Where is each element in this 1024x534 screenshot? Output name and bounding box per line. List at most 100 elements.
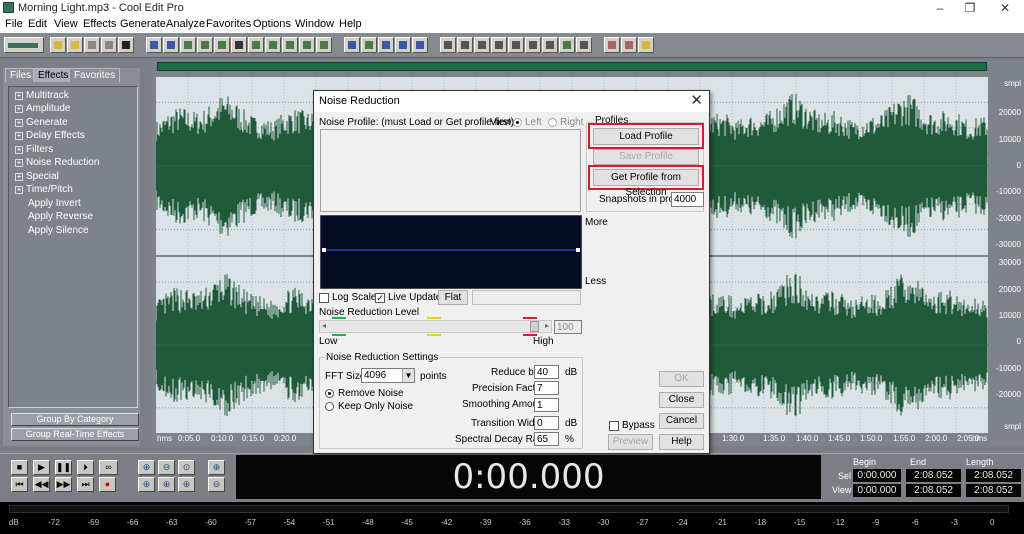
stop-icon[interactable]: ■	[11, 460, 28, 475]
close-window-button[interactable]: ✕	[990, 0, 1020, 16]
statistics-icon[interactable]	[491, 37, 507, 53]
rewind-icon[interactable]: ◀◀	[33, 477, 50, 492]
log-scale-checkbox[interactable]	[319, 293, 329, 303]
menu-view[interactable]: View	[54, 18, 78, 30]
tree-item-multitrack[interactable]: + Multitrack	[15, 90, 69, 101]
tree-item-apply-reverse[interactable]: Apply Reverse	[28, 211, 93, 222]
waveform-view-icon[interactable]	[440, 37, 456, 53]
nr-level-slider[interactable]: ◂ ▸	[319, 320, 552, 333]
repeat-icon[interactable]	[180, 37, 196, 53]
zoom-left-icon[interactable]: ⊕	[138, 477, 155, 492]
expand-icon[interactable]: +	[15, 119, 23, 127]
transition-input[interactable]: 0	[534, 416, 559, 430]
keep-only-noise-radio[interactable]	[325, 402, 334, 411]
precision-input[interactable]: 7	[534, 381, 559, 395]
zoom-selection-icon[interactable]: ⊕	[178, 477, 195, 492]
sel-begin-field[interactable]: 0:00.000	[853, 469, 901, 482]
live-update-checkbox[interactable]: ✓	[375, 293, 385, 303]
stats-icon[interactable]	[559, 37, 575, 53]
menu-analyze[interactable]: Analyze	[166, 18, 205, 30]
expand-icon[interactable]: +	[15, 186, 23, 194]
zoom-right-icon[interactable]: ⊕	[158, 477, 175, 492]
scan-icon[interactable]	[508, 37, 524, 53]
zoom-out-icon[interactable]: ⊖	[158, 460, 175, 475]
expand-icon[interactable]: +	[15, 105, 23, 113]
view-right-radio[interactable]	[548, 118, 557, 127]
tree-item-noise-reduction[interactable]: + Noise Reduction	[15, 157, 99, 168]
options-icon[interactable]	[604, 37, 620, 53]
spectral-view-icon[interactable]	[457, 37, 473, 53]
tree-item-generate[interactable]: + Generate	[15, 117, 68, 128]
toggle-view-icon[interactable]	[4, 37, 44, 53]
tree-item-amplitude[interactable]: + Amplitude	[15, 103, 70, 114]
smoothing-input[interactable]: 1	[534, 398, 559, 412]
menu-options[interactable]: Options	[253, 18, 291, 30]
mix-paste-icon[interactable]	[282, 37, 298, 53]
delete-silence-icon[interactable]	[316, 37, 332, 53]
settings-view-icon[interactable]	[542, 37, 558, 53]
frequency-analysis-icon[interactable]	[474, 37, 490, 53]
fast-forward-icon[interactable]: ▶▶	[55, 477, 72, 492]
chevron-down-icon[interactable]: ▼	[402, 369, 414, 382]
tab-favorites[interactable]: Favorites	[69, 68, 121, 82]
redo-icon[interactable]	[163, 37, 179, 53]
tree-item-time-pitch[interactable]: + Time/Pitch	[15, 184, 73, 195]
trim-icon[interactable]	[299, 37, 315, 53]
maximize-button[interactable]: ❐	[955, 0, 985, 16]
sel-length-field[interactable]: 2:08.052	[966, 469, 1021, 482]
paste-icon[interactable]	[248, 37, 264, 53]
zoom-out-vertical-icon[interactable]: ⊖	[208, 477, 225, 492]
playlist-icon[interactable]	[378, 37, 394, 53]
view-left-radio[interactable]	[513, 118, 522, 127]
group-by-category-button[interactable]: Group By Category	[11, 413, 139, 426]
cancel-button[interactable]: Cancel	[659, 413, 704, 429]
remove-noise-radio[interactable]	[325, 389, 334, 398]
menu-effects[interactable]: Effects	[83, 18, 116, 30]
cue-list-icon[interactable]	[344, 37, 360, 53]
sel-end-field[interactable]: 2:08.052	[906, 469, 961, 482]
save-icon[interactable]	[84, 37, 100, 53]
tree-item-special[interactable]: + Special	[15, 171, 59, 182]
new-file-icon[interactable]	[50, 37, 66, 53]
tree-item-apply-invert[interactable]: Apply Invert	[28, 198, 81, 209]
menu-file[interactable]: File	[5, 18, 23, 30]
copy-new-icon[interactable]	[214, 37, 230, 53]
slider-thumb[interactable]	[530, 321, 539, 332]
menu-window[interactable]: Window	[295, 18, 334, 30]
track-icon[interactable]	[395, 37, 411, 53]
flat-button[interactable]: Flat	[438, 290, 468, 305]
slider-left-arrow-icon[interactable]: ◂	[322, 321, 326, 330]
tab-effects[interactable]: Effects	[33, 68, 74, 82]
grid-icon[interactable]	[412, 37, 428, 53]
paste-new-icon[interactable]	[265, 37, 281, 53]
cut-icon[interactable]	[231, 37, 247, 53]
phase-icon[interactable]	[525, 37, 541, 53]
minimize-button[interactable]: –	[925, 0, 955, 16]
load-profile-button[interactable]: Load Profile	[593, 128, 699, 145]
tree-item-apply-silence[interactable]: Apply Silence	[28, 225, 89, 236]
help-icon[interactable]	[638, 37, 654, 53]
record-icon[interactable]: ●	[99, 477, 116, 492]
copy-icon[interactable]	[197, 37, 213, 53]
expand-icon[interactable]: +	[15, 132, 23, 140]
play-icon[interactable]: ▶	[33, 460, 50, 475]
expand-icon[interactable]: +	[15, 159, 23, 167]
overview-bar[interactable]	[157, 62, 987, 71]
tab-files[interactable]: Files	[5, 68, 37, 82]
view-length-field[interactable]: 2:08.052	[966, 484, 1021, 497]
tree-item-filters[interactable]: + Filters	[15, 144, 53, 155]
close-button[interactable]: Close	[659, 392, 704, 408]
save-profile-button[interactable]: Save Profile	[593, 149, 699, 165]
loop-icon[interactable]: ∞	[99, 460, 118, 475]
view-end-field[interactable]: 2:08.052	[906, 484, 961, 497]
save-as-icon[interactable]	[101, 37, 117, 53]
reduction-curve-graph[interactable]	[320, 215, 582, 289]
menu-help[interactable]: Help	[339, 18, 362, 30]
expand-icon[interactable]: +	[15, 146, 23, 154]
reduce-by-input[interactable]: 40	[534, 365, 559, 379]
zoom-full-icon[interactable]: ⊙	[178, 460, 195, 475]
expand-icon[interactable]: +	[15, 92, 23, 100]
zoom-in-vertical-icon[interactable]: ⊕	[208, 460, 225, 475]
bypass-checkbox[interactable]	[609, 421, 619, 431]
group-realtime-effects-button[interactable]: Group Real-Time Effects	[11, 428, 139, 441]
